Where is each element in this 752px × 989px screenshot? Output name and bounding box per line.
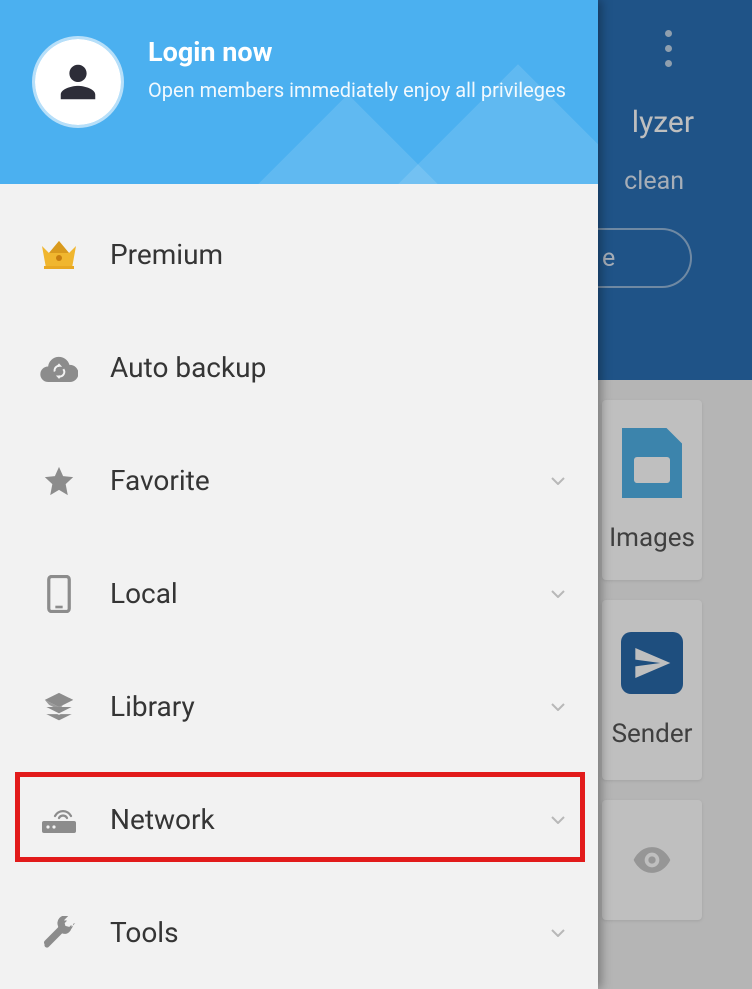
chevron-down-icon (548, 923, 568, 943)
chevron-down-icon (548, 697, 568, 717)
menu-item-auto-backup[interactable]: Auto backup (0, 311, 598, 424)
menu-label: Premium (110, 238, 568, 271)
menu-label: Library (110, 690, 548, 723)
phone-icon (38, 575, 80, 613)
menu-label: Favorite (110, 464, 548, 497)
avatar-placeholder (32, 36, 124, 128)
menu-label: Tools (110, 916, 548, 949)
cloud-sync-icon (38, 354, 80, 382)
router-icon (38, 806, 80, 834)
menu-item-network[interactable]: Network (0, 763, 598, 876)
person-icon (55, 57, 101, 107)
menu-label: Local (110, 577, 548, 610)
wrench-icon (38, 916, 80, 950)
navigation-drawer: Login now Open members immediately enjoy… (0, 0, 598, 989)
star-icon (38, 464, 80, 498)
layers-icon (38, 690, 80, 724)
drawer-header-login[interactable]: Login now Open members immediately enjoy… (0, 0, 598, 184)
drawer-menu-list: Premium Auto backup Favorite (0, 184, 598, 989)
menu-item-tools[interactable]: Tools (0, 876, 598, 989)
chevron-down-icon (548, 584, 568, 604)
login-subtitle: Open members immediately enjoy all privi… (148, 78, 566, 102)
login-text-block: Login now Open members immediately enjoy… (148, 36, 566, 102)
menu-item-library[interactable]: Library (0, 650, 598, 763)
menu-label: Network (110, 803, 548, 836)
chevron-down-icon (548, 810, 568, 830)
login-title: Login now (148, 36, 566, 68)
menu-item-local[interactable]: Local (0, 537, 598, 650)
crown-icon (38, 240, 80, 270)
menu-label: Auto backup (110, 351, 568, 384)
chevron-down-icon (548, 471, 568, 491)
menu-item-premium[interactable]: Premium (0, 198, 598, 311)
menu-item-favorite[interactable]: Favorite (0, 424, 598, 537)
